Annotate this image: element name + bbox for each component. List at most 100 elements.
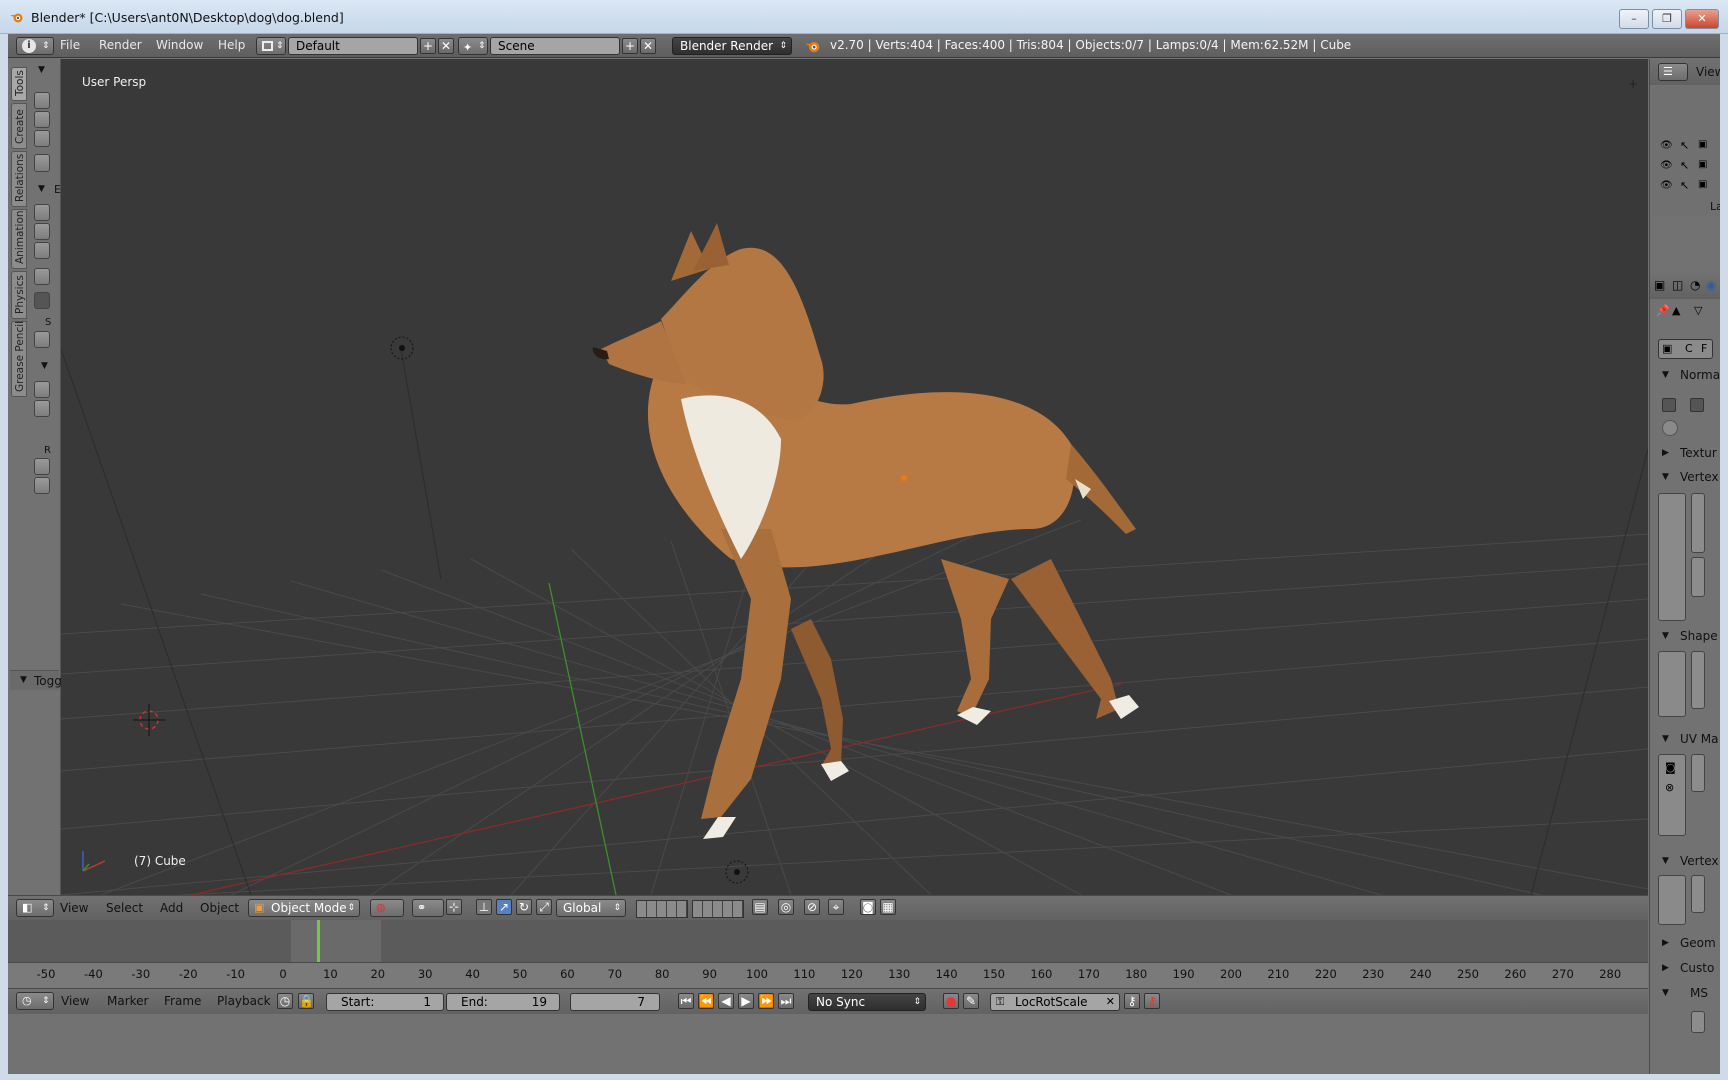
move-stepper[interactable] <box>1691 557 1705 597</box>
tool-button[interactable] <box>34 242 50 259</box>
end-frame-field[interactable]: End: 19 <box>446 993 560 1011</box>
add-scene-icon[interactable]: + <box>622 38 638 54</box>
tab-relations[interactable]: Relations <box>11 151 27 207</box>
add-remove-stepper[interactable] <box>1691 754 1705 792</box>
timeline-ruler[interactable]: -50 -40 -30 -20 -10 0 10 20 30 40 50 60 70 80 90 100 110… <box>8 962 1648 988</box>
f-button[interactable]: F <box>1701 342 1707 355</box>
panel-texture-space[interactable]: Textur <box>1680 446 1717 460</box>
outliner-row-lamp[interactable]: Lam <box>1710 200 1720 213</box>
panel-uv-maps[interactable]: UV Ma <box>1680 732 1719 746</box>
editor-type-info-button[interactable]: i ⇕ <box>16 37 54 55</box>
shape-keys-list[interactable] <box>1658 651 1686 717</box>
collapse-triangle-icon[interactable]: ▼ <box>1662 856 1669 866</box>
plus-icon[interactable]: + <box>1628 77 1638 91</box>
panel-shape-keys[interactable]: Shape <box>1680 629 1718 643</box>
minimize-button[interactable]: – <box>1619 9 1649 29</box>
camera-render-icon[interactable]: ▣ <box>1698 159 1707 170</box>
panel-vertex-groups[interactable]: Vertex <box>1680 470 1719 484</box>
preview-range-icon[interactable]: ◷ <box>277 993 293 1009</box>
timeline-editor[interactable]: -50 -40 -30 -20 -10 0 10 20 30 40 50 60 70 80 90 100 110… <box>8 920 1648 988</box>
tool-button[interactable] <box>34 92 50 109</box>
pivot-dropdown[interactable]: ⚭ <box>412 899 444 917</box>
panel-custom-properties[interactable]: Custo <box>1680 961 1714 975</box>
snap-element-icon[interactable]: ⌖ <box>828 899 844 915</box>
sync-dropdown[interactable]: No Sync ⇕ <box>808 993 926 1011</box>
collapse-triangle-icon[interactable]: ▼ <box>1662 988 1669 998</box>
camera-render-icon[interactable]: ▣ <box>1698 139 1707 150</box>
vertex-colors-list[interactable] <box>1658 875 1686 925</box>
play-icon[interactable]: ▶ <box>738 993 754 1009</box>
menu-file[interactable]: File <box>60 37 80 55</box>
tab-physics[interactable]: Physics <box>11 271 27 319</box>
cursor-icon[interactable]: ↖ <box>1680 159 1689 172</box>
menu-frame[interactable]: Frame <box>164 994 201 1008</box>
collapse-triangle-icon[interactable]: ▼ <box>1662 734 1669 744</box>
jump-start-icon[interactable]: ⏮ <box>678 993 694 1009</box>
outliner-row[interactable]: 👁 ↖ ▣ <box>1652 138 1720 156</box>
pin-icon[interactable]: 📌 <box>1656 304 1670 317</box>
toggle-panel-header[interactable]: ▼ Togg <box>10 670 62 690</box>
jump-keyframe-forward-icon[interactable]: ⏩ <box>758 993 774 1009</box>
fake-user-icon[interactable]: ▣ <box>1662 342 1672 355</box>
tool-button[interactable] <box>34 204 50 221</box>
eye-icon[interactable]: 👁 <box>1660 180 1673 191</box>
collapse-triangle-icon[interactable]: ▼ <box>41 361 48 371</box>
outliner-row[interactable]: 👁 ↖ ▣ <box>1652 158 1720 176</box>
outliner-view-menu[interactable]: View <box>1696 65 1720 79</box>
world-tab-icon[interactable]: ◔ <box>1690 278 1700 292</box>
render-preview-icon[interactable]: ◙ <box>860 899 876 915</box>
render-engine-dropdown[interactable]: Blender Render ⇕ <box>672 37 792 55</box>
checkbox[interactable] <box>1662 398 1676 412</box>
radio-button[interactable] <box>1662 420 1678 436</box>
mode-dropdown[interactable]: ▣ Object Mode ⇕ <box>248 899 360 917</box>
current-frame-field[interactable]: 7 <box>570 993 660 1011</box>
snap-toggle-icon[interactable]: ⊘ <box>804 899 820 915</box>
add-remove-stepper[interactable] <box>1691 651 1705 709</box>
menu-select[interactable]: Select <box>106 901 143 915</box>
collapse-triangle-icon[interactable]: ▼ <box>38 184 45 194</box>
menu-object[interactable]: Object <box>200 901 239 915</box>
3d-viewport[interactable]: User Persp (7) Cube + <box>61 59 1648 895</box>
panel-vertex-colors[interactable]: Vertex <box>1680 854 1719 868</box>
collapse-triangle-icon[interactable]: ▼ <box>38 65 45 75</box>
tool-button[interactable] <box>34 111 50 128</box>
clear-icon[interactable]: ✕ <box>1106 994 1115 1010</box>
orientation-dropdown[interactable]: Global ⇕ <box>556 899 626 917</box>
current-frame-indicator[interactable] <box>317 920 320 962</box>
cursor-icon[interactable]: ↖ <box>1680 179 1689 192</box>
tool-stepper[interactable] <box>34 292 50 309</box>
3d-cursor-icon[interactable] <box>133 704 165 736</box>
editor-type-timeline-button[interactable]: ◷ ⇕ <box>16 992 54 1010</box>
tool-button[interactable] <box>34 400 50 417</box>
expand-triangle-icon[interactable]: ▶ <box>1662 938 1669 948</box>
collapse-triangle-icon[interactable]: ▼ <box>1662 631 1669 641</box>
scene-selector-button[interactable]: ✦ ⇕ <box>458 37 488 55</box>
remove-screen-icon[interactable]: ✕ <box>438 38 454 54</box>
panel-normals[interactable]: Norma <box>1680 368 1720 382</box>
start-frame-field[interactable]: Start: 1 <box>326 993 444 1011</box>
scale-manipulator-icon[interactable]: ⤢ <box>536 899 552 915</box>
jump-keyframe-back-icon[interactable]: ⏪ <box>698 993 714 1009</box>
globe-tab-icon[interactable]: ◉ <box>1706 278 1716 292</box>
render-tab-icon[interactable]: ▣ <box>1654 278 1665 292</box>
tab-grease-pencil[interactable]: Grease Pencil <box>11 321 27 397</box>
manipulator-icon[interactable]: ⊹ <box>446 899 462 915</box>
menu-marker[interactable]: Marker <box>107 994 148 1008</box>
menu-playback[interactable]: Playback <box>217 994 271 1008</box>
object-icon[interactable]: ▲ <box>1672 304 1680 317</box>
record-icon[interactable]: ● <box>943 993 959 1009</box>
remove-scene-icon[interactable]: ✕ <box>640 38 656 54</box>
delete-keyframe-icon[interactable]: ⚷ <box>1144 993 1160 1009</box>
layers-grid-b[interactable] <box>692 900 744 918</box>
tool-button[interactable] <box>34 331 50 348</box>
uv-maps-list[interactable]: ◙ ⊗ <box>1658 754 1686 836</box>
expand-triangle-icon[interactable]: ▶ <box>1662 963 1669 973</box>
insert-keyframe-icon[interactable]: ⚷ <box>1124 993 1140 1009</box>
transform-axes-icon[interactable]: ⊥ <box>476 899 492 915</box>
add-screen-icon[interactable]: + <box>420 38 436 54</box>
play-reverse-icon[interactable]: ◀ <box>718 993 734 1009</box>
maximize-button[interactable]: ❐ <box>1652 9 1682 29</box>
lamp-icon[interactable] <box>725 860 749 884</box>
eye-icon[interactable]: 👁 <box>1660 160 1673 171</box>
menu-view[interactable]: View <box>61 994 89 1008</box>
